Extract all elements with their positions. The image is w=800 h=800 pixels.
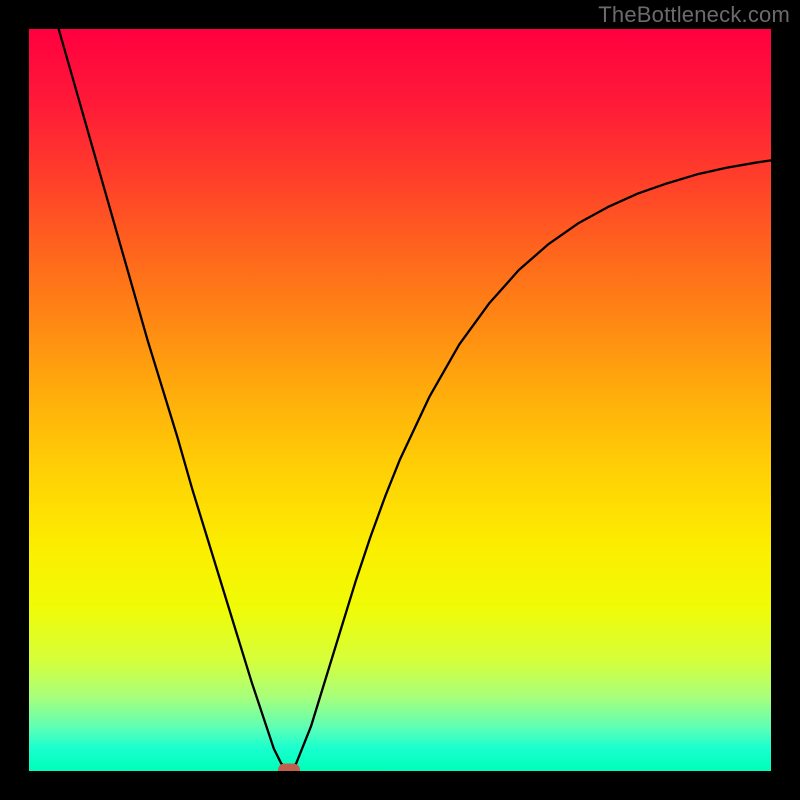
chart-frame: TheBottleneck.com [0, 0, 800, 800]
minimum-marker [278, 763, 300, 771]
bottleneck-curve [59, 29, 771, 770]
plot-area [29, 29, 771, 771]
watermark-text: TheBottleneck.com [598, 2, 790, 28]
curve-layer [29, 29, 771, 771]
